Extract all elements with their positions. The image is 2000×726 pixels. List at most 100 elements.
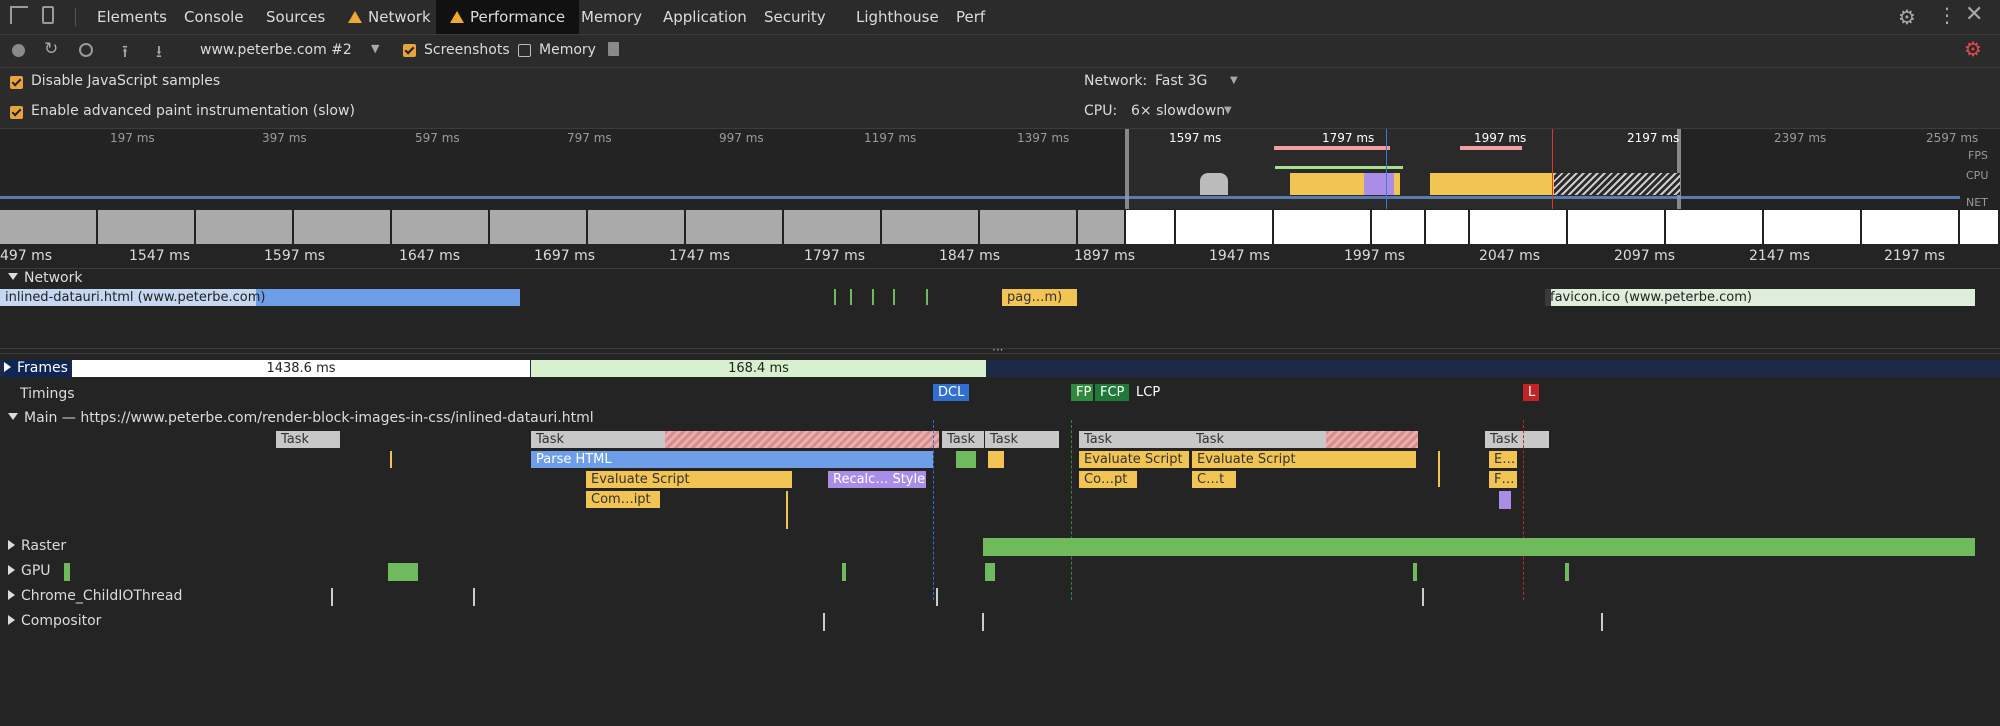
trash-icon[interactable] bbox=[608, 42, 619, 56]
screenshot-thumb[interactable] bbox=[1568, 210, 1666, 244]
tab-console[interactable]: Console bbox=[184, 0, 244, 34]
tab-performance[interactable]: Performance bbox=[436, 0, 580, 34]
gpu-task[interactable] bbox=[1565, 563, 1569, 581]
task-bar[interactable]: Task bbox=[942, 431, 984, 448]
disable-js-samples-checkbox[interactable] bbox=[10, 76, 23, 89]
close-devtools-icon[interactable]: ✕ bbox=[1965, 2, 1983, 27]
memory-checkbox[interactable] bbox=[518, 44, 531, 57]
screenshot-thumb[interactable] bbox=[882, 210, 980, 244]
function-call-bar[interactable]: F… bbox=[1489, 471, 1517, 488]
screenshot-thumb[interactable] bbox=[1176, 210, 1274, 244]
tab-memory[interactable]: Memory bbox=[581, 0, 642, 34]
resizer-dots-icon[interactable]: ··· bbox=[992, 343, 1003, 357]
network-section-header[interactable]: Network bbox=[8, 270, 82, 286]
screenshot-thumb[interactable] bbox=[1274, 210, 1372, 244]
task-bar[interactable]: Task bbox=[276, 431, 340, 448]
frame-block[interactable]: 1438.6 ms bbox=[72, 360, 530, 377]
tab-application[interactable]: Application bbox=[663, 0, 747, 34]
lcp-marker[interactable]: LCP bbox=[1131, 384, 1163, 401]
tab-security[interactable]: Security bbox=[764, 0, 826, 34]
screenshot-thumb[interactable] bbox=[1372, 210, 1426, 244]
network-throttle-select[interactable]: Fast 3G bbox=[1155, 73, 1207, 89]
task-bar[interactable]: Task bbox=[531, 431, 665, 448]
chevron-down-icon[interactable]: ▼ bbox=[371, 42, 379, 55]
task-bar[interactable]: Task bbox=[1191, 431, 1326, 448]
tab-sources[interactable]: Sources bbox=[266, 0, 325, 34]
fp-marker[interactable]: FP bbox=[1071, 384, 1093, 401]
gpu-task[interactable] bbox=[64, 563, 70, 581]
evaluate-script-bar[interactable]: Evaluate Script bbox=[586, 471, 792, 488]
screenshot-thumb[interactable] bbox=[1960, 210, 2000, 244]
screenshot-thumb[interactable] bbox=[980, 210, 1078, 244]
main-thread-header[interactable]: Main — https://www.peterbe.com/render-bl… bbox=[8, 410, 594, 426]
save-profile-icon[interactable]: ⭳ bbox=[156, 39, 162, 68]
chevron-down-icon[interactable]: ▼ bbox=[1224, 105, 1232, 116]
compile-script-bar[interactable]: C…t bbox=[1192, 471, 1236, 488]
cpu-throttle-select[interactable]: 6× slowdown bbox=[1131, 103, 1225, 119]
compositor-task[interactable] bbox=[823, 613, 825, 631]
network-request-bar[interactable]: pag…m) bbox=[1002, 289, 1077, 306]
screenshot-thumb[interactable] bbox=[1764, 210, 1862, 244]
screenshot-thumb[interactable] bbox=[98, 210, 196, 244]
tab-perf[interactable]: Perf bbox=[956, 0, 985, 34]
timeline-overview[interactable]: 197 ms 397 ms 597 ms 797 ms 997 ms 1197 … bbox=[0, 129, 2000, 209]
screenshot-thumb[interactable] bbox=[1470, 210, 1568, 244]
long-task-warning[interactable] bbox=[665, 431, 939, 448]
fcp-marker[interactable]: FCP bbox=[1095, 384, 1129, 401]
gpu-task[interactable] bbox=[985, 563, 995, 581]
gpu-task[interactable] bbox=[842, 563, 846, 581]
profile-select[interactable]: www.peterbe.com #2 bbox=[200, 42, 352, 58]
frame-block[interactable]: 168.4 ms bbox=[531, 360, 986, 377]
childio-thread-header[interactable]: Chrome_ChildIOThread bbox=[8, 588, 182, 604]
raster-activity-bar[interactable] bbox=[983, 538, 1975, 556]
advanced-paint-checkbox[interactable] bbox=[10, 106, 23, 119]
screenshot-thumb[interactable] bbox=[686, 210, 784, 244]
script-bar[interactable] bbox=[988, 451, 1004, 468]
screenshot-thumb[interactable] bbox=[1078, 210, 1126, 244]
capture-settings-gear-icon[interactable]: ⚙ bbox=[1964, 37, 1982, 61]
long-task-warning[interactable] bbox=[1326, 431, 1418, 448]
screenshot-thumb[interactable] bbox=[0, 210, 98, 244]
evaluate-script-bar[interactable]: E… bbox=[1489, 451, 1517, 468]
io-task[interactable] bbox=[1422, 588, 1424, 606]
dcl-marker[interactable]: DCL bbox=[933, 384, 969, 401]
io-task[interactable] bbox=[331, 588, 333, 606]
screenshot-thumb[interactable] bbox=[588, 210, 686, 244]
screenshot-thumb[interactable] bbox=[1126, 210, 1176, 244]
task-bar[interactable]: Task bbox=[1485, 431, 1549, 448]
compositor-task[interactable] bbox=[1601, 613, 1603, 631]
tab-lighthouse[interactable]: Lighthouse bbox=[856, 0, 939, 34]
chevron-down-icon[interactable]: ▼ bbox=[1230, 75, 1238, 86]
clear-icon[interactable] bbox=[79, 43, 93, 57]
frames-track-header[interactable]: Frames bbox=[4, 360, 70, 377]
task-bar[interactable]: Task bbox=[985, 431, 1059, 448]
screenshot-thumb[interactable] bbox=[294, 210, 392, 244]
record-icon[interactable] bbox=[12, 44, 25, 57]
raster-thread-header[interactable]: Raster bbox=[8, 538, 66, 554]
evaluate-script-bar[interactable]: Evaluate Script bbox=[1079, 451, 1189, 468]
compile-script-bar[interactable]: Co…pt bbox=[1079, 471, 1137, 488]
screenshot-thumb[interactable] bbox=[490, 210, 588, 244]
network-request-bar[interactable]: inlined-datauri.html (www.peterbe.com) bbox=[0, 289, 520, 306]
screenshot-thumb[interactable] bbox=[1666, 210, 1764, 244]
load-profile-icon[interactable]: ⭱ bbox=[122, 39, 128, 68]
gpu-task[interactable] bbox=[388, 563, 418, 581]
paint-bar[interactable] bbox=[956, 451, 976, 468]
screenshots-checkbox[interactable] bbox=[403, 44, 416, 57]
device-toolbar-icon[interactable] bbox=[42, 6, 54, 24]
io-task[interactable] bbox=[936, 588, 938, 606]
settings-gear-icon[interactable]: ⚙ bbox=[1898, 5, 1916, 29]
gpu-thread-header[interactable]: GPU bbox=[8, 563, 51, 579]
task-bar[interactable]: Task bbox=[1079, 431, 1191, 448]
inspect-element-icon[interactable] bbox=[10, 6, 28, 24]
parse-html-bar[interactable]: Parse HTML bbox=[531, 451, 933, 468]
compile-script-bar[interactable]: Com…ipt bbox=[586, 491, 660, 508]
screenshot-thumb[interactable] bbox=[1426, 210, 1470, 244]
gpu-task[interactable] bbox=[1413, 563, 1417, 581]
screenshot-thumb[interactable] bbox=[392, 210, 490, 244]
screenshot-thumb[interactable] bbox=[784, 210, 882, 244]
io-task[interactable] bbox=[473, 588, 475, 606]
reload-record-icon[interactable]: ↻ bbox=[44, 39, 58, 59]
compositor-thread-header[interactable]: Compositor bbox=[8, 613, 101, 629]
screenshot-thumb[interactable] bbox=[1862, 210, 1960, 244]
